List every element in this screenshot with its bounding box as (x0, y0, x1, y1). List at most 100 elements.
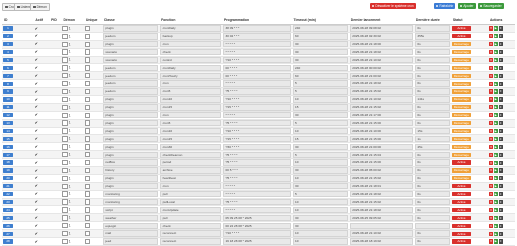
log-icon[interactable]: ≡ (498, 97, 503, 102)
play-icon[interactable]: ▶ (493, 199, 498, 205)
timeout-field[interactable]: 240 (292, 64, 348, 71)
log-icon[interactable]: ≡ (498, 50, 503, 55)
function-field[interactable]: cron (160, 183, 221, 190)
function-field[interactable]: checkDeamon (160, 151, 221, 158)
last-duration-field[interactable]: 0s (414, 41, 450, 48)
play-icon[interactable]: ▶ (493, 223, 498, 228)
timeout-field[interactable]: 240 (292, 25, 348, 32)
play-icon[interactable]: ▶ (493, 42, 498, 47)
unique-checkbox[interactable] (84, 25, 91, 32)
last-run-field[interactable]: 2025-08-28 21:15:02 (349, 88, 413, 95)
schedule-field[interactable]: * * * * * (222, 183, 291, 190)
timeout-field[interactable]: 10 (292, 175, 348, 182)
log-icon[interactable]: ≡ (498, 89, 503, 94)
timeout-field[interactable]: 30 (292, 167, 348, 174)
last-run-field[interactable]: 2025-08-28 21:10:02 (349, 56, 413, 63)
play-icon[interactable]: ▶ (493, 152, 498, 157)
schedule-field[interactable]: */30 * * * * (222, 143, 291, 150)
class-field[interactable]: script (102, 206, 159, 213)
unique-checkbox[interactable] (84, 104, 91, 111)
delete-icon[interactable]: ✕ (488, 215, 494, 220)
daemon-checkbox[interactable] (62, 96, 68, 103)
log-icon[interactable]: ≡ (498, 42, 503, 47)
class-field[interactable]: jeedom (102, 33, 159, 40)
function-field[interactable]: cron (160, 112, 221, 119)
log-icon[interactable]: ≡ (498, 176, 503, 181)
schedule-field[interactable]: */5 * * * * (222, 198, 291, 205)
log-icon[interactable]: ≡ (498, 192, 503, 197)
play-icon[interactable]: ▶ (493, 184, 498, 189)
active-check-icon[interactable]: ✔ (34, 50, 39, 54)
daemon-checkbox[interactable] (62, 199, 68, 205)
active-check-icon[interactable]: ✔ (34, 89, 39, 94)
function-field[interactable]: backup (160, 33, 221, 40)
unique-checkbox[interactable] (84, 183, 91, 189)
last-run-field[interactable]: 2025-08-28 21:15:00 (349, 159, 413, 166)
toolbar-save-button[interactable]: Sauvegarder (478, 3, 504, 9)
column-header[interactable]: Programmation (221, 16, 292, 25)
active-check-icon[interactable]: ✔ (34, 199, 39, 204)
play-icon[interactable]: ▶ (493, 168, 498, 173)
class-field[interactable]: plugin (102, 112, 159, 119)
log-icon[interactable]: ≡ (498, 81, 503, 86)
active-check-icon[interactable]: ✔ (34, 105, 39, 109)
log-icon[interactable]: ≡ (498, 105, 503, 110)
daemon-checkbox[interactable] (62, 112, 68, 118)
class-field[interactable]: jeedom (102, 72, 159, 79)
timeout-field[interactable]: 15 (292, 135, 348, 142)
last-run-field[interactable]: 2025-08-28 21:18:02 (349, 190, 413, 198)
last-duration-field[interactable]: 0s (414, 230, 450, 237)
last-duration-field[interactable]: 0s (414, 175, 450, 182)
log-icon[interactable]: ≡ (498, 73, 503, 78)
delete-icon[interactable]: ✕ (488, 168, 494, 173)
delete-icon[interactable]: ✕ (488, 199, 494, 205)
class-field[interactable]: plugin (102, 175, 159, 182)
delete-icon[interactable]: ✕ (488, 81, 494, 86)
function-field[interactable]: reconnect (160, 238, 221, 245)
unique-checkbox[interactable] (84, 159, 91, 166)
function-field[interactable]: archive (160, 167, 221, 174)
delete-icon[interactable]: ✕ (488, 26, 494, 31)
last-run-field[interactable]: 2025-08-28 21:10:02 (349, 230, 413, 237)
timeout-field[interactable]: 5 (292, 190, 348, 198)
unique-checkbox[interactable] (84, 136, 91, 142)
active-check-icon[interactable]: ✔ (34, 121, 39, 125)
log-icon[interactable]: ≡ (498, 160, 503, 165)
delete-icon[interactable]: ✕ (488, 34, 494, 39)
unique-checkbox[interactable] (84, 238, 91, 245)
daemon-checkbox[interactable] (62, 238, 68, 245)
active-check-icon[interactable]: ✔ (34, 34, 39, 38)
column-header[interactable]: Actif (33, 16, 50, 25)
daemon-checkbox[interactable] (62, 191, 68, 197)
log-icon[interactable]: ≡ (498, 152, 503, 157)
class-field[interactable]: plugin (102, 127, 159, 134)
daemon-checkbox[interactable] (62, 175, 68, 182)
function-field[interactable]: reconnect (160, 230, 221, 237)
unique-checkbox[interactable] (84, 96, 91, 103)
function-field[interactable]: check (160, 48, 221, 56)
active-check-icon[interactable]: ✔ (34, 168, 39, 173)
last-run-field[interactable]: 2025-08-28 05:00:02 (349, 167, 413, 174)
active-check-icon[interactable]: ✔ (34, 144, 39, 149)
unique-checkbox[interactable] (84, 223, 91, 229)
function-field[interactable]: control (160, 56, 221, 63)
active-check-icon[interactable]: ✔ (34, 42, 39, 46)
delete-icon[interactable]: ✕ (488, 192, 494, 197)
unique-checkbox[interactable] (84, 73, 91, 79)
function-field[interactable]: period (160, 159, 221, 166)
toolbar-disable-cron-button[interactable]: Désactiver le système cron (370, 3, 416, 9)
timeout-field[interactable]: 60 (292, 72, 348, 79)
active-check-icon[interactable]: ✔ (34, 223, 39, 228)
function-field[interactable]: cronHourly (160, 72, 221, 79)
schedule-field[interactable]: * * * * * (222, 112, 291, 119)
delete-icon[interactable]: ✕ (488, 42, 494, 47)
last-run-field[interactable]: 2025-08-28 21:10:02 (349, 96, 413, 103)
class-field[interactable]: plugin (102, 25, 159, 32)
delete-icon[interactable]: ✕ (488, 105, 494, 110)
active-check-icon[interactable]: ✔ (34, 215, 39, 220)
daemon-checkbox[interactable] (62, 25, 68, 32)
unique-checkbox[interactable] (84, 49, 91, 55)
delete-icon[interactable]: ✕ (488, 223, 494, 228)
log-icon[interactable]: ≡ (498, 113, 503, 118)
last-run-field[interactable]: 2025-08-28 21:18:02 (349, 80, 413, 87)
